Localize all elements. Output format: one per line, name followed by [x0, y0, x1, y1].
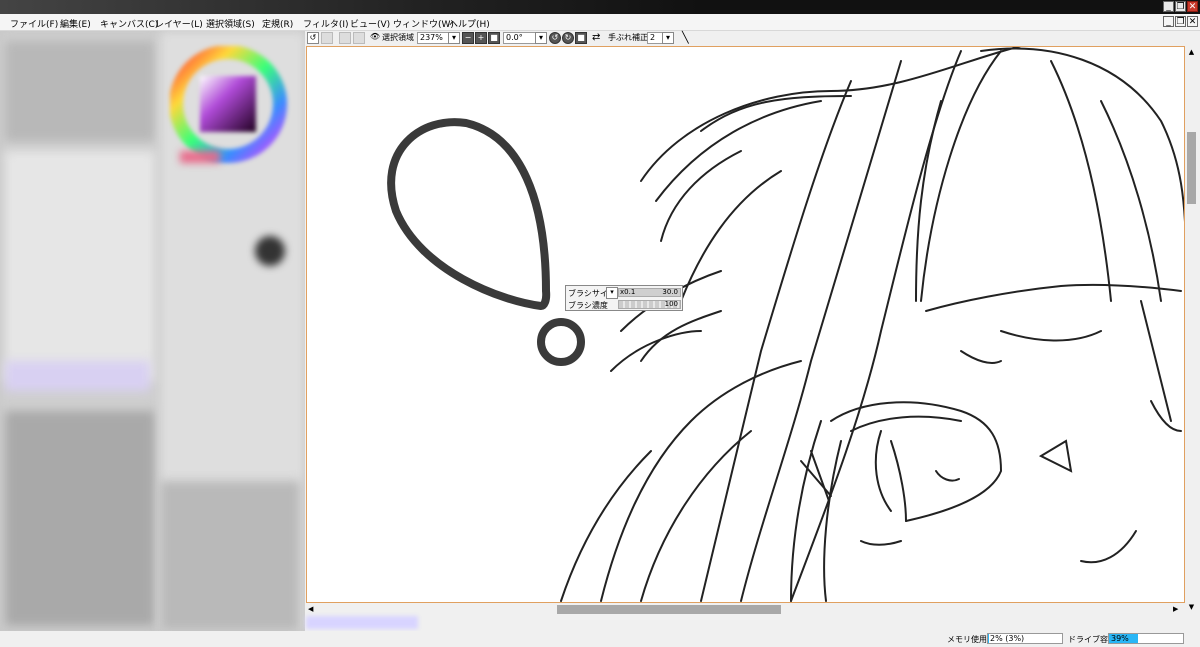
- scroll-up-arrow-icon[interactable]: ▲: [1187, 48, 1196, 57]
- brush-size-dropdown-button[interactable]: ▾: [606, 287, 618, 299]
- undo-icon: ↺: [309, 33, 317, 42]
- invert-selection-button[interactable]: [353, 32, 365, 44]
- plus-icon: +: [477, 33, 485, 42]
- blurred-brush-preview: [255, 236, 285, 266]
- blurred-navigator: [5, 41, 155, 141]
- rotation-field[interactable]: 0.0°: [503, 32, 537, 44]
- close-button[interactable]: ✕: [1187, 1, 1198, 12]
- title-bar-blurred-area: [0, 0, 700, 14]
- left-tool-panel: [0, 31, 305, 631]
- brush-size-slider[interactable]: x0.1 30.0: [618, 288, 681, 297]
- flip-icon: ⇄: [592, 32, 601, 43]
- menu-selection[interactable]: 選択領域(S): [206, 17, 255, 30]
- status-bar: メモリ使用量 2% (3%) ドライブ容量 39%: [0, 631, 1200, 647]
- menu-filter[interactable]: フィルタ(I): [303, 17, 349, 30]
- rotate-reset-button[interactable]: ■: [575, 32, 587, 44]
- menu-view[interactable]: ビュー(V): [350, 17, 390, 30]
- brush-popup: ブラシサイズ ▾ x0.1 30.0 ブラシ濃度 100: [565, 285, 683, 311]
- close-icon: ✕: [1188, 2, 1197, 12]
- eye-icon: 👁: [369, 32, 381, 41]
- restore-button[interactable]: ❐: [1175, 1, 1186, 12]
- menu-canvas[interactable]: キャンバス(C): [100, 17, 158, 30]
- zoom-out-button[interactable]: −: [462, 32, 474, 44]
- flip-horizontal-button[interactable]: ⇄: [592, 32, 600, 44]
- drive-value: 39%: [1111, 634, 1129, 643]
- brush-density-label: ブラシ濃度: [568, 301, 608, 310]
- horizontal-scroll-thumb[interactable]: [557, 605, 781, 614]
- color-wheel-icon: [170, 46, 287, 163]
- zoom-reset-button[interactable]: ■: [488, 32, 500, 44]
- stabilizer-label: 手ぶれ補正: [608, 33, 648, 42]
- restore-icon: ❐: [1176, 2, 1185, 12]
- drive-bar: 39%: [1108, 633, 1184, 644]
- stabilizer-field[interactable]: 2: [647, 32, 663, 44]
- square-icon: ■: [577, 33, 585, 42]
- minimize-button[interactable]: _: [1163, 1, 1174, 12]
- memory-value: 2% (3%): [990, 634, 1025, 643]
- blurred-color-swatch: [180, 151, 220, 163]
- doc-close-button[interactable]: ✕: [1187, 16, 1198, 27]
- rotate-left-icon: ↺: [551, 33, 559, 42]
- rotate-right-icon: ↻: [564, 33, 572, 42]
- rotate-right-button[interactable]: ↻: [562, 32, 574, 44]
- brush-density-slider[interactable]: 100: [618, 300, 681, 309]
- memory-bar: 2% (3%): [987, 633, 1063, 644]
- chevron-down-icon: ▾: [610, 288, 614, 296]
- selection-label: 選択領域: [382, 33, 414, 42]
- menu-edit[interactable]: 編集(E): [60, 17, 91, 30]
- chevron-down-icon: ▾: [665, 33, 670, 42]
- menu-layer[interactable]: レイヤー(L): [155, 17, 203, 30]
- chevron-down-icon: ▾: [451, 33, 456, 42]
- zoom-in-button[interactable]: +: [475, 32, 487, 44]
- scroll-right-arrow-icon[interactable]: ▶: [1173, 605, 1182, 614]
- title-bar: _ ❐ ✕: [0, 0, 1200, 14]
- zoom-field[interactable]: 237%: [417, 32, 449, 44]
- doc-minimize-button[interactable]: _: [1163, 16, 1174, 27]
- brush-size-value: 30.0: [662, 288, 678, 296]
- vertical-scroll-thumb[interactable]: [1187, 132, 1196, 204]
- line-tool-button[interactable]: ╲: [682, 32, 689, 44]
- minus-icon: −: [464, 33, 472, 42]
- blurred-layer-thumbs: [5, 411, 155, 626]
- doc-close-icon: ✕: [1188, 17, 1197, 27]
- rotation-dropdown-button[interactable]: ▾: [535, 32, 547, 44]
- eye-toggle-button[interactable]: 👁: [369, 32, 381, 44]
- zoom-dropdown-button[interactable]: ▾: [448, 32, 460, 44]
- blurred-brush-grid: [160, 481, 300, 631]
- drawing-canvas[interactable]: ブラシサイズ ▾ x0.1 30.0 ブラシ濃度 100: [306, 46, 1185, 603]
- menu-file[interactable]: ファイル(F): [10, 17, 58, 30]
- doc-restore-icon: ❐: [1176, 17, 1185, 27]
- blurred-layer-list: [5, 151, 155, 381]
- scroll-left-arrow-icon[interactable]: ◀: [308, 605, 317, 614]
- stabilizer-dropdown-button[interactable]: ▾: [662, 32, 674, 44]
- brush-density-value: 100: [664, 300, 678, 308]
- doc-minimize-icon: _: [1166, 17, 1171, 27]
- square-icon: ■: [490, 33, 498, 42]
- document-tab[interactable]: [306, 616, 418, 629]
- memory-bar-fill: [988, 634, 989, 643]
- canvas-toolbar: ↺ 👁 選択領域 237% ▾ − + ■ 0.0° ▾ ↺ ↻ ■ ⇄ 手ぶれ…: [305, 31, 1200, 46]
- menu-help[interactable]: ヘルプ(H): [449, 17, 490, 30]
- undo-button[interactable]: ↺: [307, 32, 319, 44]
- redo-button[interactable]: [321, 32, 333, 44]
- brush-size-multiplier: x0.1: [620, 288, 636, 296]
- deselect-button[interactable]: [339, 32, 351, 44]
- blurred-selected-layer: [5, 361, 150, 391]
- vertical-scrollbar[interactable]: ▲ ▼: [1185, 46, 1198, 616]
- scroll-down-arrow-icon[interactable]: ▼: [1187, 603, 1196, 612]
- menu-window[interactable]: ウィンドウ(W): [393, 17, 454, 30]
- chevron-down-icon: ▾: [538, 33, 543, 42]
- menu-ruler[interactable]: 定規(R): [262, 17, 293, 30]
- doc-restore-button[interactable]: ❐: [1175, 16, 1186, 27]
- rotate-left-button[interactable]: ↺: [549, 32, 561, 44]
- menu-bar: ファイル(F) 編集(E) キャンバス(C) レイヤー(L) 選択領域(S) 定…: [0, 14, 1200, 31]
- horizontal-scrollbar[interactable]: ◀ ▶: [306, 603, 1185, 616]
- minimize-icon: _: [1166, 2, 1171, 12]
- sketch-artwork: [387, 47, 1184, 602]
- diagonal-line-icon: ╲: [682, 31, 689, 44]
